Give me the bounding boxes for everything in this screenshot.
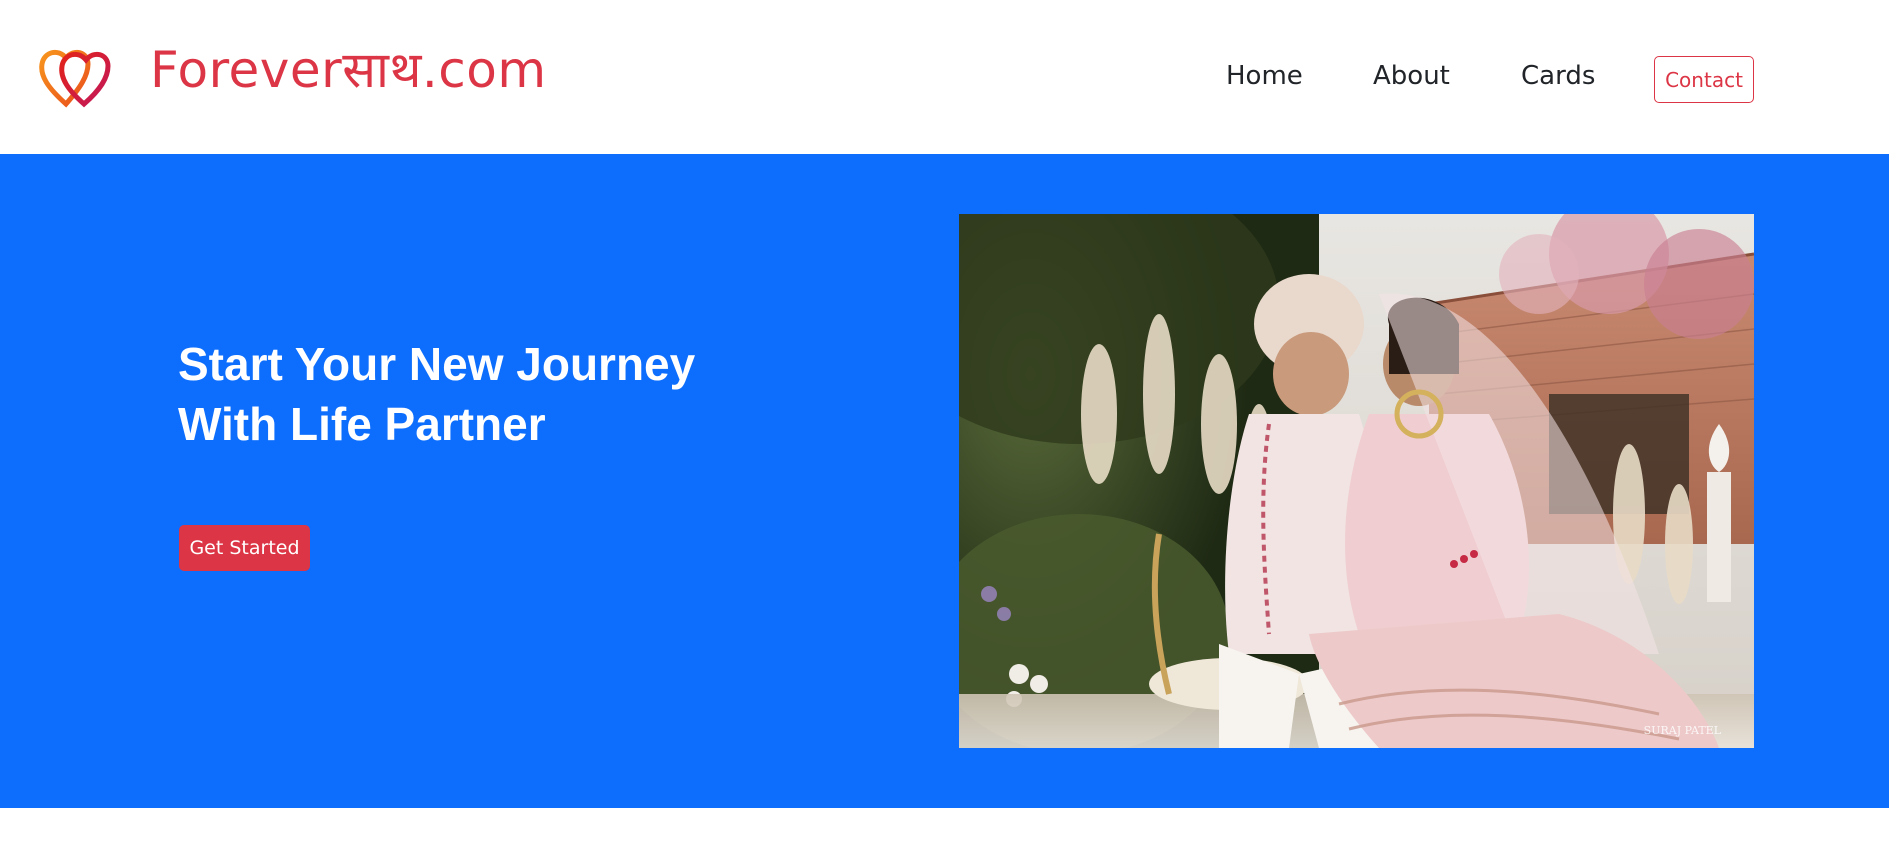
photo-watermark: SURAJ PATEL: [1644, 724, 1722, 737]
hero-title-line-2: With Life Partner: [178, 398, 546, 450]
hero-title-line-1: Start Your New Journey: [178, 338, 696, 390]
wedding-couple-photo: SURAJ PATEL: [959, 214, 1754, 748]
nav-cards-link[interactable]: Cards: [1521, 58, 1595, 94]
hero-section: Start Your New Journey With Life Partner…: [0, 154, 1889, 808]
contact-button[interactable]: Contact: [1654, 56, 1754, 103]
navbar: Foreverसाथ.com Home About Cards Contact: [0, 0, 1891, 154]
get-started-button[interactable]: Get Started: [179, 525, 310, 571]
nav-home-link[interactable]: Home: [1226, 58, 1303, 94]
hero-title: Start Your New Journey With Life Partner: [178, 334, 878, 454]
nav-about-link[interactable]: About: [1373, 58, 1450, 94]
double-heart-icon[interactable]: [38, 42, 114, 108]
brand-name[interactable]: Foreverसाथ.com: [150, 38, 547, 102]
